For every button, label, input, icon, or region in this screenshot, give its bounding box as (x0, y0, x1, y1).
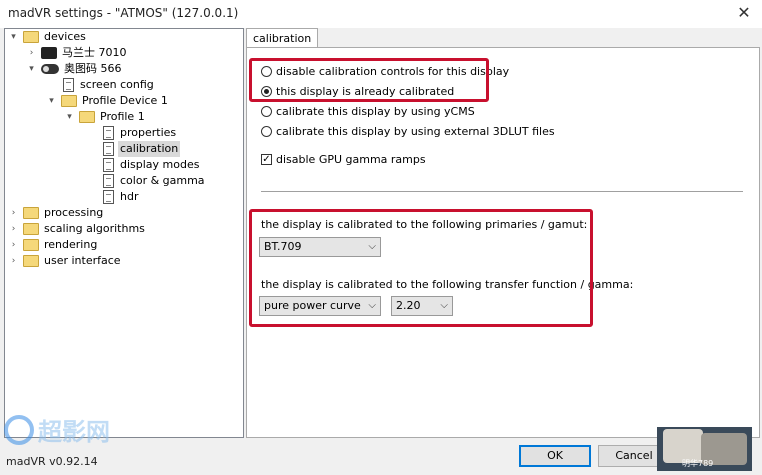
watermark-logo: 超影网 (4, 412, 110, 446)
ok-button[interactable]: OK (519, 445, 591, 467)
tree-item-hdr[interactable]: hdr (101, 189, 140, 205)
window-title: madVR settings - "ATMOS" (127.0.0.1) (8, 6, 239, 20)
tree-item-display-modes[interactable]: display modes (101, 157, 201, 173)
tab-strip: calibration (246, 28, 758, 48)
expand-icon[interactable]: › (9, 253, 18, 269)
tree-item-device-2[interactable]: 奥图码 566 (41, 61, 124, 77)
chevron-down-icon: ⌵ (368, 241, 376, 252)
expand-icon[interactable]: › (9, 237, 18, 253)
expand-icon[interactable]: › (9, 221, 18, 237)
folder-icon (61, 95, 77, 107)
title-bar: madVR settings - "ATMOS" (127.0.0.1) ✕ (0, 0, 762, 28)
tree-item-devices[interactable]: devices (23, 29, 88, 45)
version-label: madVR v0.92.14 (6, 455, 98, 468)
checkbox-gpu-gamma[interactable]: ✓ disable GPU gamma ramps (261, 151, 426, 169)
projector-icon (41, 64, 59, 74)
folder-icon (23, 207, 39, 219)
thumbnail-image: 明华789 (657, 427, 752, 471)
chevron-down-icon: ⌵ (368, 300, 376, 311)
radio-button[interactable] (261, 105, 272, 117)
radio-already-calibrated[interactable]: this display is already calibrated (261, 83, 454, 101)
tree-item-calibration[interactable]: calibration (101, 141, 181, 157)
tree-item-user-interface[interactable]: user interface (23, 253, 123, 269)
radio-3dlut[interactable]: calibrate this display by using external… (261, 123, 555, 141)
settings-tree[interactable]: ▾ devices › 马兰士 7010 ▾ 奥图码 566 screen co… (4, 28, 244, 438)
folder-icon (23, 255, 39, 267)
collapse-icon[interactable]: ▾ (65, 109, 74, 125)
tree-item-color-gamma[interactable]: color & gamma (101, 173, 207, 189)
expand-icon[interactable]: › (27, 45, 36, 61)
monitor-icon (41, 47, 57, 59)
radio-button-selected[interactable] (261, 85, 272, 97)
page-icon (103, 158, 114, 172)
page-icon (103, 126, 114, 140)
gamma-dropdown[interactable]: 2.20 ⌵ (391, 296, 453, 316)
radio-ycms[interactable]: calibrate this display by using yCMS (261, 103, 475, 121)
collapse-icon[interactable]: ▾ (9, 29, 18, 45)
expand-icon[interactable]: › (9, 205, 18, 221)
transfer-dropdown[interactable]: pure power curve ⌵ (259, 296, 381, 316)
close-icon[interactable]: ✕ (734, 3, 754, 23)
page-icon (103, 174, 114, 188)
transfer-label: the display is calibrated to the followi… (261, 278, 634, 291)
radio-disable-calibration[interactable]: disable calibration controls for this di… (261, 63, 509, 81)
collapse-icon[interactable]: ▾ (27, 61, 36, 77)
logo-ring-icon (4, 414, 34, 445)
radio-button[interactable] (261, 65, 272, 77)
radio-button[interactable] (261, 125, 272, 137)
folder-icon (79, 111, 95, 123)
tree-item-processing[interactable]: processing (23, 205, 105, 221)
tree-item-profile-1[interactable]: Profile 1 (79, 109, 147, 125)
calibration-panel: disable calibration controls for this di… (246, 47, 760, 438)
tree-item-profile-device[interactable]: Profile Device 1 (61, 93, 170, 109)
tree-item-rendering[interactable]: rendering (23, 237, 99, 253)
tree-item-properties[interactable]: properties (101, 125, 178, 141)
collapse-icon[interactable]: ▾ (47, 93, 56, 109)
tree-item-scaling[interactable]: scaling algorithms (23, 221, 147, 237)
thumbnail-caption: 明华789 (682, 459, 714, 468)
page-icon (103, 190, 114, 204)
chevron-down-icon: ⌵ (440, 300, 448, 311)
separator (261, 191, 743, 192)
tree-item-device-1[interactable]: 马兰士 7010 (41, 45, 129, 61)
primaries-dropdown[interactable]: BT.709 ⌵ (259, 237, 381, 257)
checkmark-icon[interactable]: ✓ (261, 153, 272, 165)
page-icon (103, 142, 114, 156)
page-icon (63, 78, 74, 92)
folder-icon (23, 239, 39, 251)
folder-icon (23, 223, 39, 235)
tab-calibration[interactable]: calibration (246, 28, 319, 48)
tree-item-screen-config[interactable]: screen config (61, 77, 156, 93)
folder-icon (23, 31, 39, 43)
primaries-label: the display is calibrated to the followi… (261, 218, 588, 231)
